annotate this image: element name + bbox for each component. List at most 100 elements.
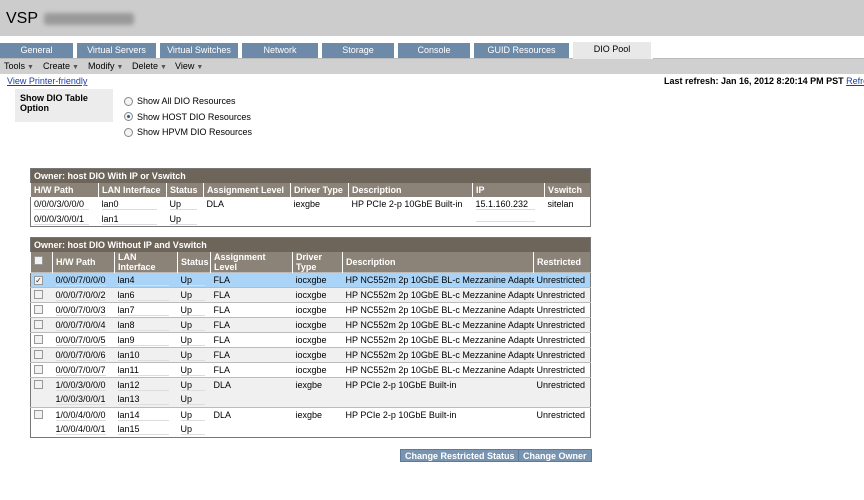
select-all-header[interactable] [30,251,53,272]
row-checkbox[interactable] [34,364,43,374]
table-cell-restricted [534,422,591,437]
table-cell: lan6 [114,286,178,302]
table-cell: 0/0/0/7/0/0/0 [52,271,115,287]
printer-friendly-link[interactable]: View Printer-friendly [7,76,87,86]
cell-text: 0/0/0/7/0/0/6 [55,349,106,361]
table-row[interactable]: ✓ 0/0/0/7/0/0/0 lan4 Up FLA iocxgbe HP NC552m … [30,271,591,287]
menu-tools[interactable]: Tools ▼ [4,61,34,71]
table-cell: Up [178,422,211,437]
row-checkbox[interactable] [34,334,43,344]
table-row[interactable]: 1/0/0/3/0/0/0 lan12 Up DLA iexgbe HP PCIe 2-p… [30,376,591,392]
column-header[interactable]: Status [166,182,204,197]
row-checkbox[interactable] [34,319,43,329]
row-select-cell[interactable] [30,331,53,347]
table-cell-desc [343,392,534,407]
column-header[interactable]: Status [177,251,211,272]
row-select-cell[interactable] [30,301,53,317]
menu-label: View [175,61,195,71]
cell-text: Up [180,394,205,405]
row-select-cell[interactable] [31,392,53,407]
select-all-checkbox[interactable] [34,256,43,265]
column-header[interactable]: Driver Type [292,251,343,272]
row-checkbox[interactable] [34,304,43,314]
row-select-cell[interactable] [30,286,53,302]
row-checkbox[interactable] [34,379,43,389]
table-cell: lan0 [99,197,167,212]
cell-text: iexgbe [295,379,323,390]
cell-text: Up [180,380,205,391]
tab-guid-resources[interactable]: GUID Resources [474,43,571,58]
table-row[interactable]: 0/0/0/7/0/0/5 lan9 Up FLA iocxgbe HP NC552m 2… [30,331,591,347]
column-header[interactable]: Assignment Level [210,251,293,272]
tab-network[interactable]: Network [242,43,320,58]
row-select-cell[interactable] [30,316,53,332]
table-cell-restricted: Unrestricted [533,406,591,422]
column-header[interactable]: LAN Interface [114,251,178,272]
tab-general[interactable]: General [0,43,75,58]
radio-option[interactable]: Show HOST DIO Resources [124,112,251,122]
cell-text: Unrestricted [536,319,586,330]
row-checkbox[interactable] [34,349,43,359]
table-row: 0/0/0/3/0/0/0 lan0 Up DLA iexgbe HP PCIe 2-p … [31,197,591,212]
row-select-cell[interactable] [31,422,53,437]
table-row[interactable]: 1/0/0/4/0/0/0 lan14 Up DLA iexgbe HP PCIe 2-p… [30,406,591,422]
tab-virtual-servers[interactable]: Virtual Servers [77,43,158,58]
menu-view[interactable]: View ▼ [175,61,203,71]
radio-button[interactable] [124,112,133,121]
radio-option[interactable]: Show All DIO Resources [124,96,236,106]
refresh-link[interactable]: Refresh [846,76,864,86]
table-cell-desc: HP NC552m 2p 10GbE BL-c Mezzanine Adapte… [342,346,534,362]
cell-text: Up [169,214,198,225]
table-row[interactable]: 0/0/0/7/0/0/6 lan10 Up FLA iocxgbe HP NC552m … [30,346,591,362]
table-row: 0/0/0/3/0/0/1 lan1 Up [31,212,591,227]
column-header[interactable]: IP [472,182,545,197]
column-header[interactable]: Assignment Level [203,182,291,197]
tab-virtual-switches[interactable]: Virtual Switches [160,43,240,58]
column-header[interactable]: H/W Path [52,251,115,272]
change-restricted-status-button[interactable]: Change Restricted Status [400,449,520,462]
radio-option[interactable]: Show HPVM DIO Resources [124,127,252,137]
cell-text: lan9 [117,335,169,346]
table-cell: 0/0/0/7/0/0/4 [52,316,115,332]
row-checkbox[interactable]: ✓ [34,275,43,285]
cell-text: Up [180,290,205,301]
table-row[interactable]: 0/0/0/7/0/0/2 lan6 Up FLA iocxgbe HP NC552m 2… [30,286,591,302]
column-header[interactable]: Driver Type [290,182,349,197]
menu-bar: Tools ▼ Create ▼ Modify ▼ Delete ▼ View ▼ [0,59,864,74]
cell-text: DLA [213,409,232,420]
column-header[interactable]: Description [348,182,473,197]
column-header[interactable]: LAN Interface [98,182,167,197]
table-row[interactable]: 1/0/0/4/0/0/1 lan15 Up [31,422,591,437]
table-row[interactable]: 1/0/0/3/0/0/1 lan13 Up [30,392,591,407]
cell-text: DLA [206,198,225,209]
radio-button[interactable] [124,96,133,106]
row-select-cell[interactable]: ✓ [30,271,53,287]
row-checkbox[interactable] [34,409,43,419]
column-header[interactable]: H/W Path [30,182,99,197]
menu-create[interactable]: Create ▼ [43,61,79,71]
row-select-cell[interactable] [30,406,53,422]
tab-console[interactable]: Console [398,43,472,58]
table-cell: Up [177,301,211,317]
row-select-cell[interactable] [30,376,53,392]
table-row[interactable]: 0/0/0/7/0/0/4 lan8 Up FLA iocxgbe HP NC552m 2… [30,316,591,332]
row-select-cell[interactable] [30,346,53,362]
row-select-cell[interactable] [30,361,53,377]
menu-modify[interactable]: Modify ▼ [88,61,123,71]
cell-text: HP NC552m 2p 10GbE BL-c Mezzanine Adapte… [345,274,534,285]
table-cell: HP PCIe 2-p 10GbE Built-in [349,197,473,212]
change-owner-button[interactable]: Change Owner [518,449,592,462]
menu-delete[interactable]: Delete ▼ [132,61,167,71]
cell-text: 0/0/0/7/0/0/2 [55,289,106,301]
table-row[interactable]: 0/0/0/7/0/0/3 lan7 Up FLA iocxgbe HP NC552m 2… [30,301,591,317]
radio-button[interactable] [124,127,133,137]
tab-storage[interactable]: Storage [322,43,396,58]
row-checkbox[interactable] [34,289,43,299]
column-header[interactable]: Description [342,251,534,272]
table-cell: Up [177,271,211,287]
tab-dio-pool[interactable]: DIO Pool [573,42,653,59]
column-header[interactable]: Vswitch [543,182,591,197]
table-row[interactable]: 0/0/0/7/0/0/7 lan11 Up FLA iocxgbe HP NC552m … [30,361,591,377]
cell-text: HP PCIe 2-p 10GbE Built-in [345,379,457,390]
column-header[interactable]: Restricted [532,251,591,272]
